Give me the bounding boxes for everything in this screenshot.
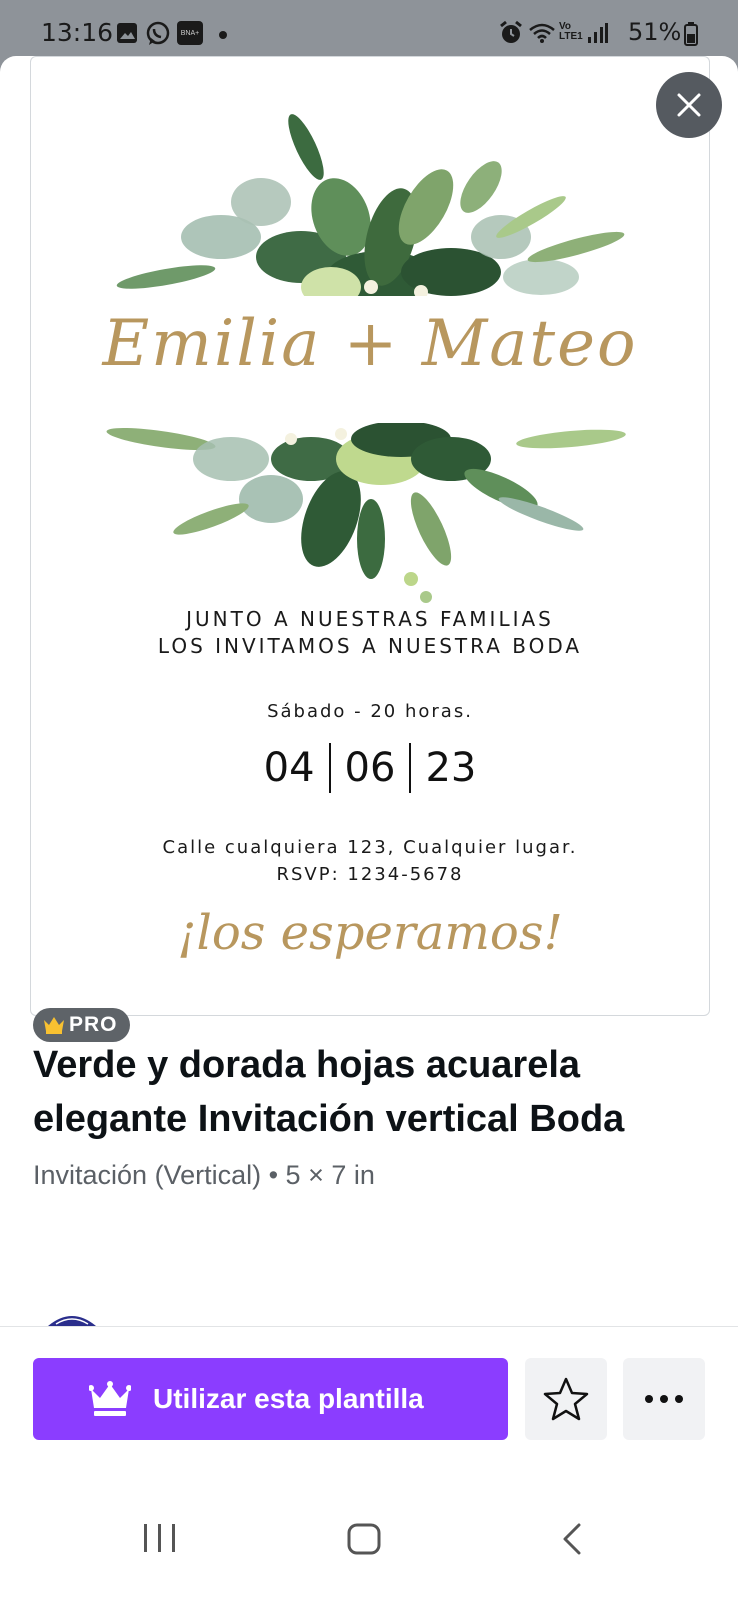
status-bar: 13:16 BNA+ Vo LTE1 51% xyxy=(0,0,738,56)
rsvp: RSVP: 1234-5678 xyxy=(276,864,464,885)
status-time: 13:16 xyxy=(41,18,114,47)
use-template-label: Utilizar esta plantilla xyxy=(153,1383,424,1414)
crown-icon xyxy=(89,1381,131,1416)
divider xyxy=(0,1326,738,1327)
more-options-button[interactable] xyxy=(623,1358,705,1440)
whatsapp-icon xyxy=(146,21,170,45)
pro-label: PRO xyxy=(69,1013,118,1036)
bna-app-icon: BNA+ xyxy=(177,21,203,45)
template-subtitle: Invitación (Vertical) • 5 × 7 in xyxy=(33,1160,375,1190)
wifi-icon xyxy=(529,23,555,43)
star-icon xyxy=(543,1377,589,1421)
template-title: Verde y dorada hojas acuarela elegante I… xyxy=(33,1044,625,1140)
wedding-date: 04 06 23 xyxy=(31,743,709,793)
invitation-line-2: LOS INVITAMOS A NUESTRA BODA xyxy=(157,634,583,658)
close-icon xyxy=(677,93,701,117)
closing-message: ¡los esperamos! xyxy=(177,905,563,961)
date-day: 04 xyxy=(263,745,315,791)
alarm-icon xyxy=(500,20,522,43)
address: Calle cualquiera 123, Cualquier lugar. xyxy=(162,837,578,858)
crown-icon xyxy=(44,1017,64,1034)
date-year: 23 xyxy=(425,745,477,791)
use-template-button[interactable]: Utilizar esta plantilla xyxy=(33,1358,508,1440)
pro-badge: PRO xyxy=(33,1008,130,1042)
volte-icon: Vo LTE1 xyxy=(559,21,583,42)
template-detail-sheet: Emilia + Mateo JUNTO A NUESTRAS FAMILIAS… xyxy=(0,56,738,1600)
close-button[interactable] xyxy=(656,72,722,138)
day-time: Sábado - 20 horas. xyxy=(267,701,473,722)
more-icon xyxy=(645,1395,683,1403)
battery-icon xyxy=(684,22,698,46)
battery-percentage: 51% xyxy=(628,18,682,46)
recent-apps-icon[interactable] xyxy=(142,1522,178,1554)
date-month: 06 xyxy=(344,745,396,791)
creator-avatar[interactable] xyxy=(46,1312,98,1326)
system-navigation-bar xyxy=(0,1472,738,1600)
top-foliage-illustration xyxy=(91,114,651,327)
template-preview[interactable]: Emilia + Mateo JUNTO A NUESTRAS FAMILIAS… xyxy=(30,56,710,1016)
signal-icon xyxy=(588,23,608,43)
home-icon[interactable] xyxy=(346,1522,382,1556)
couple-names: Emilia + Mateo xyxy=(102,307,638,381)
favorite-button[interactable] xyxy=(525,1358,607,1440)
dot-icon xyxy=(219,31,227,39)
gallery-icon xyxy=(117,23,137,43)
back-icon[interactable] xyxy=(560,1522,584,1556)
bottom-foliage-illustration xyxy=(91,419,651,603)
invitation-line-1: JUNTO A NUESTRAS FAMILIAS xyxy=(186,607,554,631)
